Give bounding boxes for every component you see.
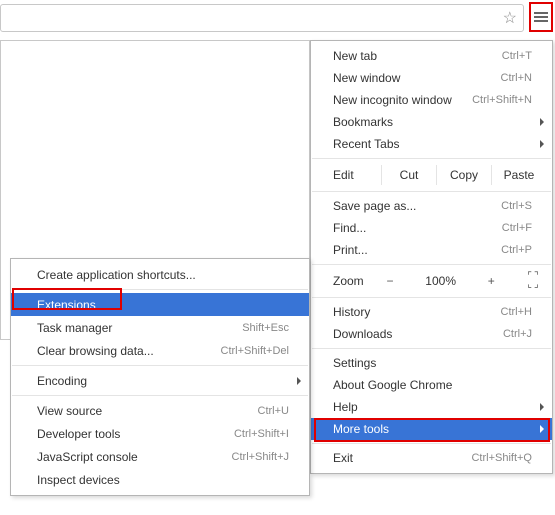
- menu-label: Clear browsing data...: [37, 344, 221, 358]
- chevron-right-icon: [297, 377, 301, 385]
- chevron-right-icon: [540, 118, 544, 126]
- menu-label: Recent Tabs: [333, 137, 532, 151]
- shortcut: Ctrl+U: [258, 405, 289, 417]
- shortcut: Ctrl+H: [501, 306, 532, 318]
- menu-label: Help: [333, 400, 532, 414]
- menu-item-encoding[interactable]: Encoding: [11, 369, 309, 392]
- menu-item-create-shortcuts[interactable]: Create application shortcuts...: [11, 263, 309, 286]
- menu-label: Downloads: [333, 327, 503, 341]
- menu-label: Task manager: [37, 321, 242, 335]
- menu-label: New tab: [333, 49, 502, 63]
- cut-button[interactable]: Cut: [381, 165, 436, 185]
- menu-item-js-console[interactable]: JavaScript console Ctrl+Shift+J: [11, 445, 309, 468]
- edit-label: Edit: [333, 168, 381, 182]
- menu-item-inspect-devices[interactable]: Inspect devices: [11, 468, 309, 491]
- separator: [312, 191, 551, 192]
- menu-label: More tools: [333, 422, 532, 436]
- menu-item-history[interactable]: History Ctrl+H: [311, 301, 552, 323]
- menu-label: JavaScript console: [37, 450, 232, 464]
- menu-item-new-incognito[interactable]: New incognito window Ctrl+Shift+N: [311, 89, 552, 111]
- shortcut: Ctrl+Shift+N: [472, 94, 532, 106]
- menu-label: Find...: [333, 221, 502, 235]
- zoom-value: 100%: [421, 274, 461, 288]
- menu-item-exit[interactable]: Exit Ctrl+Shift+Q: [311, 447, 552, 469]
- shortcut: Ctrl+N: [501, 72, 532, 84]
- separator: [12, 395, 308, 396]
- menu-item-help[interactable]: Help: [311, 396, 552, 418]
- zoom-row: Zoom − 100% + ⌜⌝⌞⌟: [311, 268, 552, 294]
- menu-item-print[interactable]: Print... Ctrl+P: [311, 239, 552, 261]
- menu-item-save-page[interactable]: Save page as... Ctrl+S: [311, 195, 552, 217]
- menu-label: Save page as...: [333, 199, 501, 213]
- menu-item-find[interactable]: Find... Ctrl+F: [311, 217, 552, 239]
- shortcut: Ctrl+J: [503, 328, 532, 340]
- address-bar[interactable]: ☆: [0, 4, 524, 32]
- menu-label: View source: [37, 404, 258, 418]
- menu-group: History Ctrl+H Downloads Ctrl+J: [311, 301, 552, 345]
- separator: [312, 158, 551, 159]
- shortcut: Ctrl+F: [502, 222, 532, 234]
- menu-label: New window: [333, 71, 501, 85]
- separator: [12, 365, 308, 366]
- zoom-label: Zoom: [333, 274, 381, 288]
- hamburger-icon: [534, 12, 548, 22]
- menu-item-settings[interactable]: Settings: [311, 352, 552, 374]
- menu-item-bookmarks[interactable]: Bookmarks: [311, 111, 552, 133]
- menu-label: About Google Chrome: [333, 378, 532, 392]
- menu-group: New tab Ctrl+T New window Ctrl+N New inc…: [311, 45, 552, 155]
- paste-button[interactable]: Paste: [491, 165, 546, 185]
- fullscreen-icon[interactable]: ⌜⌝⌞⌟: [522, 273, 546, 289]
- menu-item-new-tab[interactable]: New tab Ctrl+T: [311, 45, 552, 67]
- menu-label: Print...: [333, 243, 501, 257]
- shortcut: Ctrl+Shift+J: [232, 451, 289, 463]
- shortcut: Ctrl+T: [502, 50, 532, 62]
- separator: [12, 289, 308, 290]
- menu-item-about[interactable]: About Google Chrome: [311, 374, 552, 396]
- zoom-out-button[interactable]: −: [381, 274, 399, 288]
- menu-item-recent-tabs[interactable]: Recent Tabs: [311, 133, 552, 155]
- main-menu-button[interactable]: [529, 2, 553, 32]
- menu-item-view-source[interactable]: View source Ctrl+U: [11, 399, 309, 422]
- menu-label: Exit: [333, 451, 471, 465]
- menu-label: Developer tools: [37, 427, 234, 441]
- main-menu: New tab Ctrl+T New window Ctrl+N New inc…: [310, 40, 553, 474]
- menu-label: New incognito window: [333, 93, 472, 107]
- menu-label: Extensions: [37, 298, 289, 312]
- menu-group: Save page as... Ctrl+S Find... Ctrl+F Pr…: [311, 195, 552, 261]
- chevron-right-icon: [540, 403, 544, 411]
- menu-label: Bookmarks: [333, 115, 532, 129]
- shortcut: Ctrl+Shift+Q: [471, 452, 532, 464]
- shortcut: Shift+Esc: [242, 322, 289, 334]
- separator: [312, 348, 551, 349]
- menu-item-clear-browsing-data[interactable]: Clear browsing data... Ctrl+Shift+Del: [11, 339, 309, 362]
- menu-label: Create application shortcuts...: [37, 268, 289, 282]
- menu-item-task-manager[interactable]: Task manager Shift+Esc: [11, 316, 309, 339]
- separator: [312, 443, 551, 444]
- menu-label: History: [333, 305, 501, 319]
- menu-label: Settings: [333, 356, 532, 370]
- menu-group: Settings About Google Chrome Help More t…: [311, 352, 552, 440]
- menu-item-downloads[interactable]: Downloads Ctrl+J: [311, 323, 552, 345]
- shortcut: Ctrl+Shift+Del: [221, 345, 289, 357]
- chevron-right-icon: [540, 140, 544, 148]
- more-tools-submenu: Create application shortcuts... Extensio…: [10, 258, 310, 496]
- bookmark-star-icon[interactable]: ☆: [503, 8, 517, 28]
- copy-button[interactable]: Copy: [436, 165, 491, 185]
- edit-row: Edit Cut Copy Paste: [311, 162, 552, 188]
- menu-label: Inspect devices: [37, 473, 289, 487]
- menu-item-more-tools[interactable]: More tools: [311, 418, 552, 440]
- separator: [312, 297, 551, 298]
- shortcut: Ctrl+Shift+I: [234, 428, 289, 440]
- menu-item-new-window[interactable]: New window Ctrl+N: [311, 67, 552, 89]
- shortcut: Ctrl+P: [501, 244, 532, 256]
- separator: [312, 264, 551, 265]
- zoom-in-button[interactable]: +: [482, 274, 500, 288]
- menu-item-extensions[interactable]: Extensions: [11, 293, 309, 316]
- shortcut: Ctrl+S: [501, 200, 532, 212]
- menu-label: Encoding: [37, 374, 289, 388]
- menu-item-developer-tools[interactable]: Developer tools Ctrl+Shift+I: [11, 422, 309, 445]
- chevron-right-icon: [540, 425, 544, 433]
- menu-group: Exit Ctrl+Shift+Q: [311, 447, 552, 469]
